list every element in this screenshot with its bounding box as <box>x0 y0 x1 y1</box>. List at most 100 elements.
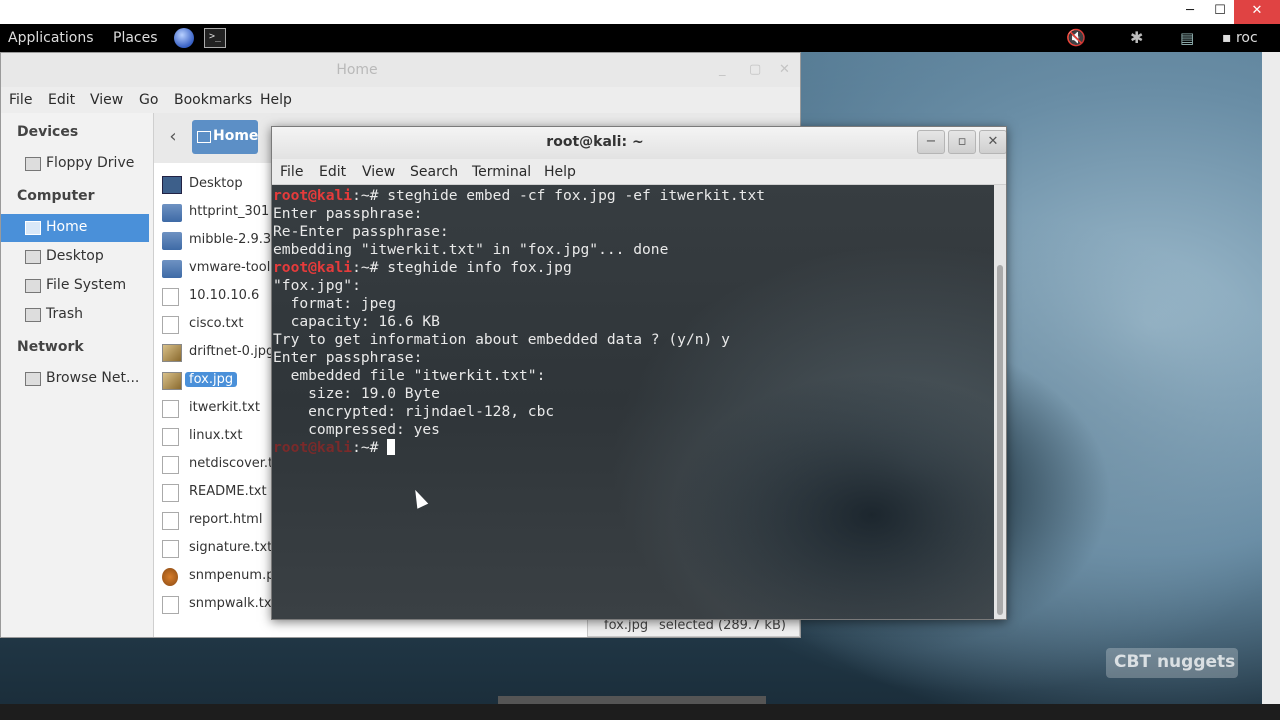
terminal-close-button[interactable]: ✕ <box>979 130 1006 154</box>
file-name: cisco.txt <box>189 316 244 331</box>
prompt-user: root@kali <box>273 259 353 276</box>
bluetooth-icon[interactable]: ✱ <box>1130 24 1143 52</box>
terminal-menu-terminal[interactable]: Terminal <box>472 164 531 180</box>
document-icon <box>162 400 179 418</box>
terminal-lines: root@kali:~# steghide embed -cf fox.jpg … <box>273 187 765 457</box>
sidebar-item-label: Home <box>46 219 88 235</box>
terminal-output[interactable]: root@kali:~# steghide embed -cf fox.jpg … <box>272 185 994 619</box>
browser-launcher-icon[interactable] <box>174 28 194 48</box>
terminal-scrollbar[interactable] <box>994 185 1006 619</box>
host-scrollbar-thumb[interactable] <box>498 696 766 704</box>
status-file-name: fox.jpg <box>604 618 649 633</box>
applications-menu[interactable]: Applications <box>8 24 94 52</box>
terminal-line: Enter passphrase: <box>273 205 423 222</box>
host-close-button[interactable]: ✕ <box>1234 0 1280 24</box>
terminal-launcher-icon[interactable]: >_ <box>204 28 226 48</box>
folder-icon <box>162 260 182 278</box>
file-name: Desktop <box>189 176 243 191</box>
terminal-line: embedding "itwerkit.txt" in "fox.jpg"...… <box>273 241 669 258</box>
host-titlebar: ─ ☐ ✕ <box>0 0 1280 24</box>
file-name: report.html <box>189 512 263 527</box>
command-text: steghide info fox.jpg <box>387 259 572 276</box>
folder-icon <box>162 204 182 222</box>
menu-file[interactable]: File <box>9 92 32 108</box>
host-scrollbar[interactable] <box>1262 24 1280 704</box>
terminal-menu-edit[interactable]: Edit <box>319 164 346 180</box>
path-home-button[interactable]: Home <box>192 120 258 154</box>
sidebar-item-filesystem[interactable]: File System <box>1 272 149 300</box>
terminal-titlebar[interactable]: root@kali: ~ − ▫ ✕ <box>272 127 1006 159</box>
desktop-folder-icon <box>162 176 182 194</box>
sidebar-item-browse-network[interactable]: Browse Net... <box>1 365 149 393</box>
file-name: vmware-tool <box>189 260 271 275</box>
home-icon <box>25 221 41 235</box>
terminal-title: root@kali: ~ <box>546 134 644 150</box>
top-panel: Applications Places >_ 🔇 ✱ ▤ ▪ roc <box>0 24 1280 52</box>
sidebar-heading-devices: Devices <box>17 124 79 140</box>
path-home-label: Home <box>213 128 259 144</box>
user-name: roc <box>1235 30 1258 46</box>
sidebar-item-home[interactable]: Home <box>1 214 149 242</box>
menu-bookmarks[interactable]: Bookmarks <box>174 92 252 108</box>
file-manager-menubar: File Edit View Go Bookmarks Help <box>1 87 800 113</box>
menu-help[interactable]: Help <box>260 92 292 108</box>
document-icon <box>162 428 179 446</box>
network-icon <box>25 372 41 386</box>
terminal-line: root@kali:~# steghide info fox.jpg <box>273 259 765 277</box>
terminal-menu-search[interactable]: Search <box>410 164 458 180</box>
terminal-scrollbar-thumb[interactable] <box>997 265 1003 615</box>
terminal-minimize-button[interactable]: − <box>917 130 945 154</box>
host-minimize-button[interactable]: ─ <box>1172 0 1208 24</box>
terminal-menu-help[interactable]: Help <box>544 164 576 180</box>
menu-go[interactable]: Go <box>139 92 158 108</box>
terminal-maximize-button[interactable]: ▫ <box>948 130 976 154</box>
volume-muted-icon[interactable]: 🔇 <box>1066 24 1086 52</box>
sidebar-item-label: Browse Net... <box>46 370 140 386</box>
trash-icon <box>25 308 41 322</box>
terminal-line: Try to get information about embedded da… <box>273 331 730 348</box>
file-name: README.txt <box>189 484 267 499</box>
desktop-icon <box>25 250 41 264</box>
file-name: snmpenum.pl <box>189 568 279 583</box>
file-manager-maximize-button[interactable]: ▢ <box>749 62 761 77</box>
text-cursor <box>387 439 396 455</box>
prompt-path: :~# <box>352 259 388 276</box>
folder-icon <box>162 232 182 250</box>
floppy-icon <box>25 157 41 171</box>
sidebar-item-trash[interactable]: Trash <box>1 301 149 329</box>
host-horizontal-scrollbar[interactable] <box>0 704 1280 720</box>
terminal-menu-view[interactable]: View <box>362 164 395 180</box>
terminal-line: Enter passphrase: <box>273 349 423 366</box>
terminal-line: "fox.jpg": <box>273 277 361 294</box>
terminal-menu-file[interactable]: File <box>280 164 303 180</box>
file-manager-minimize-button[interactable]: _ <box>719 62 726 77</box>
terminal-prompt-line: root@kali:~# <box>273 439 765 457</box>
command-text: steghide embed -cf fox.jpg -ef itwerkit.… <box>387 187 766 204</box>
document-icon <box>162 288 179 306</box>
file-manager-close-button[interactable]: ✕ <box>779 62 790 77</box>
file-name: netdiscover.t <box>189 456 274 471</box>
image-icon <box>162 372 182 390</box>
places-sidebar: Devices Floppy Drive Computer Home Deskt… <box>1 113 154 637</box>
file-name: linux.txt <box>189 428 243 443</box>
back-button[interactable]: ‹ <box>158 120 188 154</box>
sidebar-item-label: Floppy Drive <box>46 155 135 171</box>
document-icon <box>162 316 179 334</box>
places-menu[interactable]: Places <box>113 24 158 52</box>
menu-edit[interactable]: Edit <box>48 92 75 108</box>
terminal-line: embedded file "itwerkit.txt": <box>273 367 546 384</box>
file-name: httprint_301 <box>189 204 270 219</box>
sidebar-item-desktop[interactable]: Desktop <box>1 243 149 271</box>
user-menu[interactable]: ▪ roc <box>1222 24 1258 52</box>
host-maximize-button[interactable]: ☐ <box>1204 0 1236 24</box>
file-name: snmpwalk.tx <box>189 596 272 611</box>
terminal-line: compressed: yes <box>273 421 440 438</box>
file-manager-titlebar[interactable]: Home _ ▢ ✕ <box>1 53 800 87</box>
sidebar-item-floppy[interactable]: Floppy Drive <box>1 150 149 178</box>
terminal-line: size: 19.0 Byte <box>273 385 440 402</box>
terminal-window: root@kali: ~ − ▫ ✕ File Edit View Search… <box>271 126 1007 620</box>
menu-view[interactable]: View <box>90 92 123 108</box>
network-icon[interactable]: ▤ <box>1180 24 1194 52</box>
terminal-line: Re-Enter passphrase: <box>273 223 449 240</box>
prompt-path: :~# <box>352 187 388 204</box>
